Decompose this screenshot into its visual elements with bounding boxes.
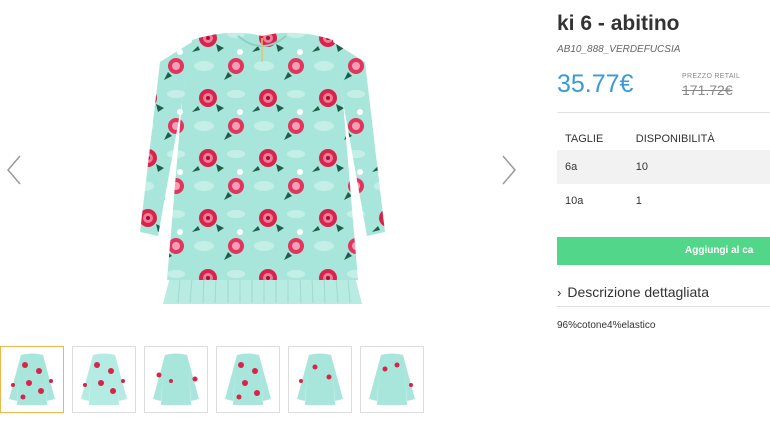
retail-price-label: PREZZO RETAIL	[682, 73, 741, 80]
thumbnail-6[interactable]	[360, 346, 424, 413]
add-to-cart-button[interactable]: Aggiungi al ca	[557, 237, 770, 265]
thumbnail-5[interactable]	[288, 346, 352, 413]
size-cell: 6a	[557, 150, 636, 184]
chevron-right-icon	[502, 155, 516, 185]
thumbnail-1[interactable]	[0, 346, 64, 413]
dress-thumbnail-image	[81, 353, 127, 405]
thumbnail-3[interactable]	[144, 346, 208, 413]
table-row[interactable]: 6a 10	[557, 150, 770, 184]
column-header-availability: DISPONIBILITÀ	[635, 133, 715, 145]
dress-thumbnail-image	[369, 353, 415, 405]
column-header-sizes: TAGLIE	[565, 133, 604, 145]
dress-thumbnail-image	[225, 353, 271, 405]
chevron-right-icon: ›	[557, 285, 562, 300]
next-image-button[interactable]	[497, 152, 521, 188]
prev-image-button[interactable]	[2, 152, 26, 188]
table-row[interactable]: 10a 1	[557, 184, 770, 218]
thumbnail-4[interactable]	[216, 346, 280, 413]
product-price: 35.77€	[557, 70, 634, 98]
description-toggle-label: Descrizione dettagliata	[567, 284, 709, 300]
dress-thumbnail-image	[297, 353, 343, 405]
dress-thumbnail-image	[9, 353, 55, 405]
divider	[557, 112, 770, 113]
product-details: ki 6 - abitino AB10_888_VERDEFUCSIA 35.7…	[557, 0, 770, 424]
add-to-cart-label: Aggiungi al ca	[685, 245, 754, 256]
size-availability-table: TAGLIE DISPONIBILITÀ 6a 10 10a 1	[557, 128, 770, 218]
product-main-image	[130, 22, 395, 322]
description-toggle[interactable]: › Descrizione dettagliata	[557, 284, 709, 300]
table-header-row: TAGLIE DISPONIBILITÀ	[557, 128, 770, 150]
availability-cell: 1	[635, 195, 642, 207]
size-cell: 10a	[565, 195, 584, 207]
thumbnail-2[interactable]	[72, 346, 136, 413]
product-sku: AB10_888_VERDEFUCSIA	[557, 44, 681, 55]
product-gallery	[0, 0, 540, 424]
dress-thumbnail-image	[153, 353, 199, 405]
dress-image	[140, 32, 385, 304]
thumbnail-strip	[0, 346, 424, 413]
retail-price: 171.72€	[682, 82, 733, 98]
availability-cell: 10	[635, 150, 770, 184]
description-text: 96%cotone4%elastico	[557, 320, 656, 331]
product-title: ki 6 - abitino	[557, 12, 680, 35]
chevron-left-icon	[7, 155, 21, 185]
divider	[557, 306, 770, 307]
